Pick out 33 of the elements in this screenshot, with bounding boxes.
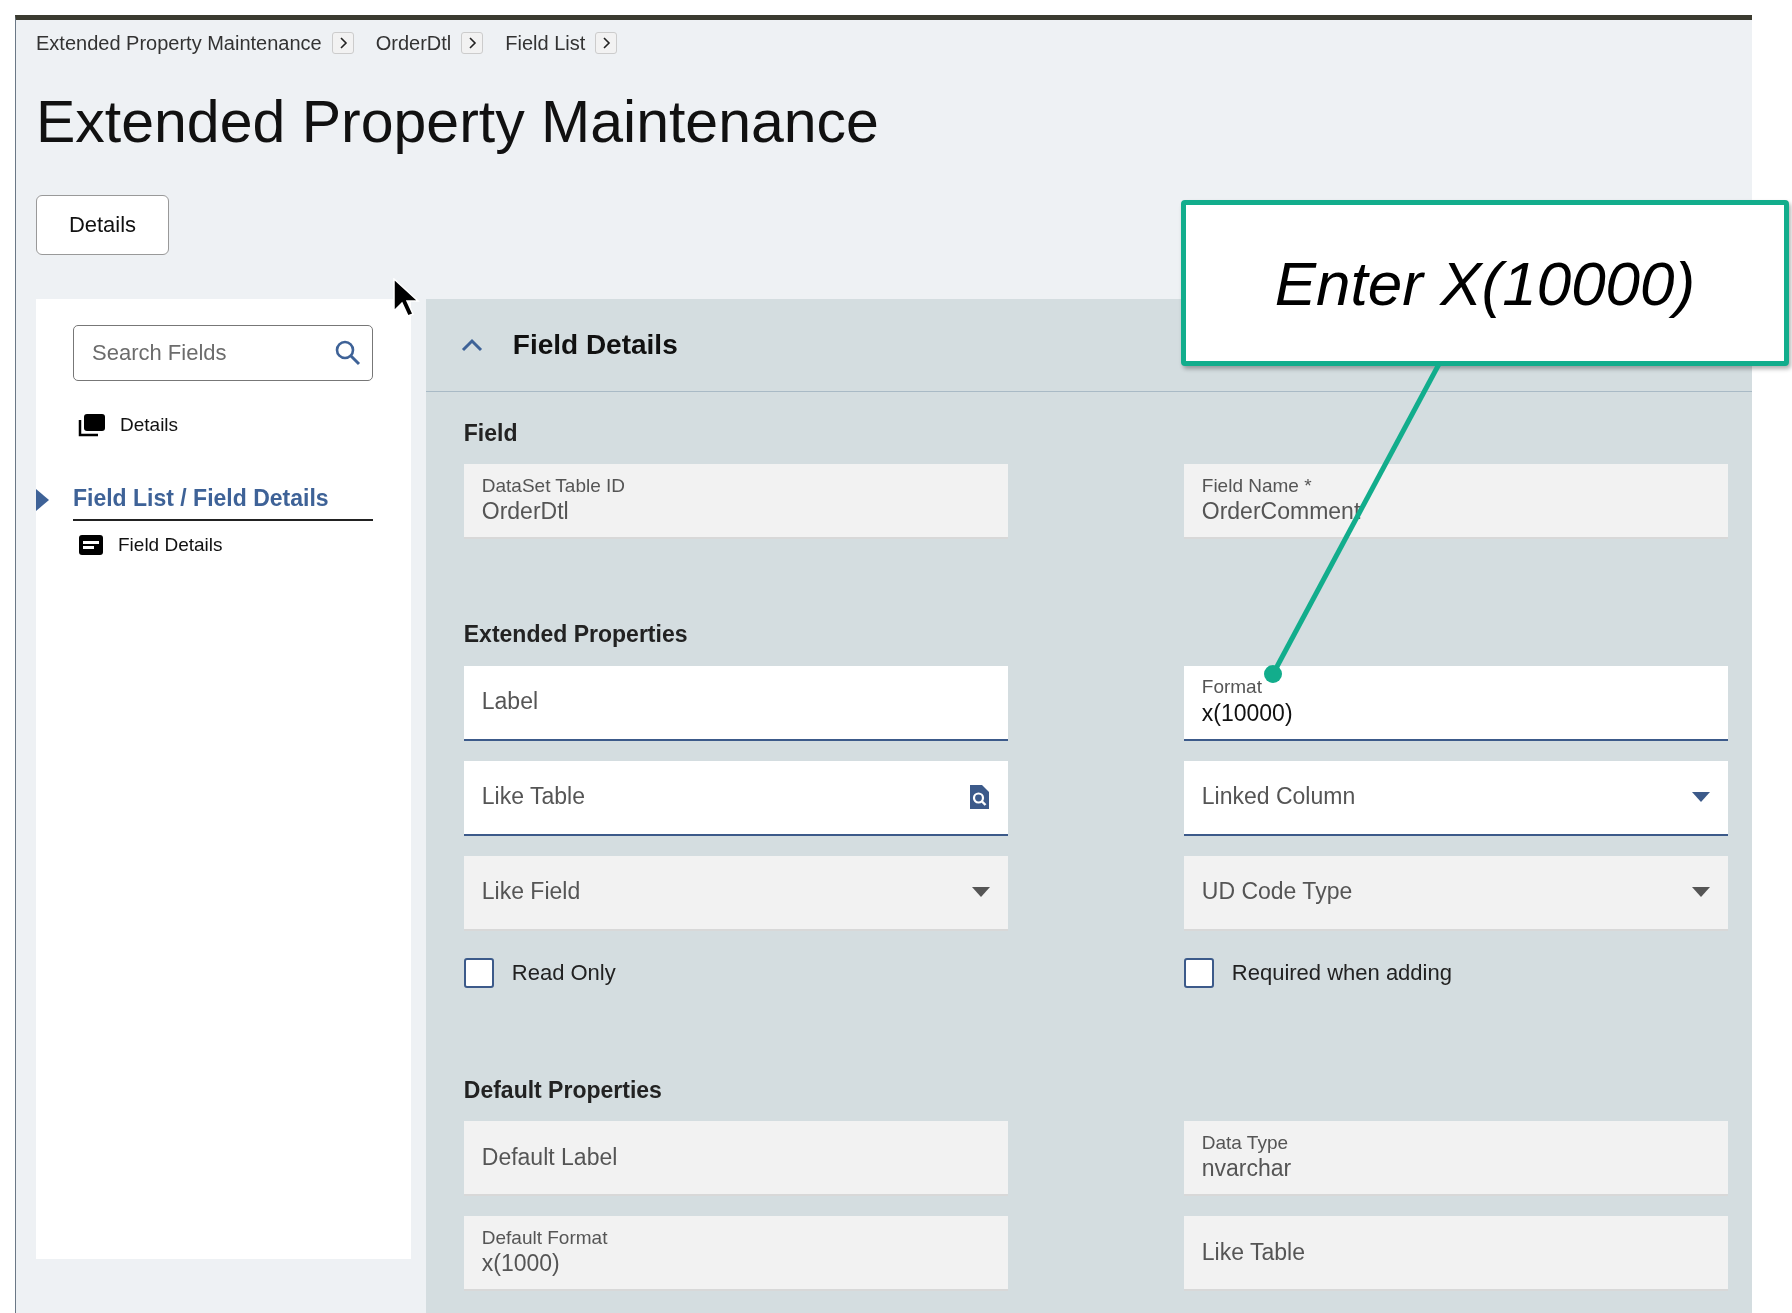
caret-icon — [1691, 792, 1710, 803]
section-title: Default Properties — [463, 1075, 663, 1105]
checkbox[interactable] — [1183, 957, 1214, 988]
panel-title: Field Details — [512, 327, 678, 362]
details-button[interactable]: Details — [36, 194, 169, 255]
chevron-up-icon[interactable] — [460, 337, 483, 352]
sidebar-item[interactable]: Details — [78, 410, 411, 440]
lookup-field[interactable]: Like Table — [463, 760, 1008, 836]
checkbox[interactable] — [463, 957, 494, 988]
chevron-right-icon[interactable] — [595, 32, 618, 54]
breadcrumb-link[interactable]: Field List — [505, 28, 586, 58]
input-field[interactable]: Label — [463, 665, 1008, 741]
page-title: Extended Property Maintenance — [36, 90, 880, 155]
callout-box-text: Enter X(10000) — [1181, 200, 1789, 366]
dropdown-field[interactable]: Linked Column — [1183, 760, 1728, 836]
document-search-icon[interactable] — [967, 784, 990, 811]
form-icon — [78, 534, 104, 557]
search-field[interactable]: Search Fields — [73, 324, 373, 381]
caret-icon — [971, 887, 990, 898]
chevron-right-icon[interactable] — [461, 32, 484, 54]
checkbox-label: Required when adding — [1231, 959, 1452, 988]
search-icon — [334, 338, 362, 367]
caret-icon — [1691, 887, 1710, 898]
input-field[interactable]: Format x(10000) — [1183, 665, 1728, 741]
section-title: Field — [463, 418, 519, 448]
breadcrumb-link[interactable]: Extended Property Maintenance — [36, 28, 322, 58]
stacked-cards-icon — [78, 413, 106, 438]
sidebar-item[interactable]: Field Details — [78, 530, 411, 560]
checkbox-label: Read Only — [511, 959, 616, 988]
sidebar-group-heading[interactable]: Field List / Field Details — [73, 481, 373, 521]
chevron-right-icon[interactable] — [331, 32, 354, 54]
breadcrumb-link[interactable]: OrderDtl — [375, 28, 452, 58]
section-title: Extended Properties — [463, 620, 689, 650]
